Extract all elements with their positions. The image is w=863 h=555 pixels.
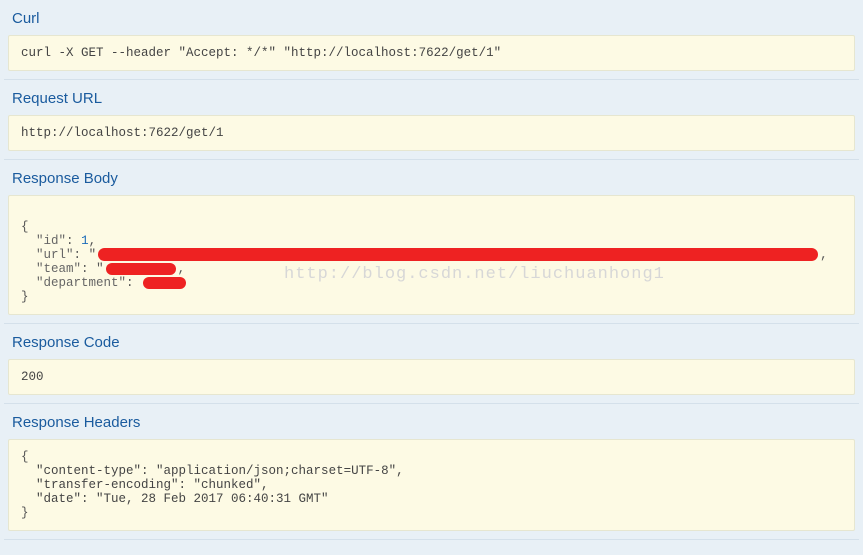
request-url-code-block[interactable]: http://localhost:7622/get/1: [8, 115, 855, 151]
response-id-value: 1: [81, 234, 89, 248]
response-code-heading: Response Code: [4, 324, 859, 359]
response-code-block[interactable]: 200: [8, 359, 855, 395]
redacted-team: [106, 263, 176, 275]
redacted-department: [143, 277, 186, 289]
curl-heading: Curl: [4, 0, 859, 35]
response-headers-code-block[interactable]: { "content-type": "application/json;char…: [8, 439, 855, 531]
header-transfer-encoding: "transfer-encoding": "chunked",: [36, 478, 269, 492]
request-url-heading: Request URL: [4, 80, 859, 115]
response-headers-heading: Response Headers: [4, 404, 859, 439]
response-body-heading: Response Body: [4, 160, 859, 195]
redacted-url: [98, 248, 818, 261]
header-content-type: "content-type": "application/json;charse…: [36, 464, 404, 478]
response-body-code-block[interactable]: { "id": 1, "url": ", "team": ", "departm…: [8, 195, 855, 315]
header-date: "date": "Tue, 28 Feb 2017 06:40:31 GMT": [36, 492, 329, 506]
curl-code-block[interactable]: curl -X GET --header "Accept: */*" "http…: [8, 35, 855, 71]
